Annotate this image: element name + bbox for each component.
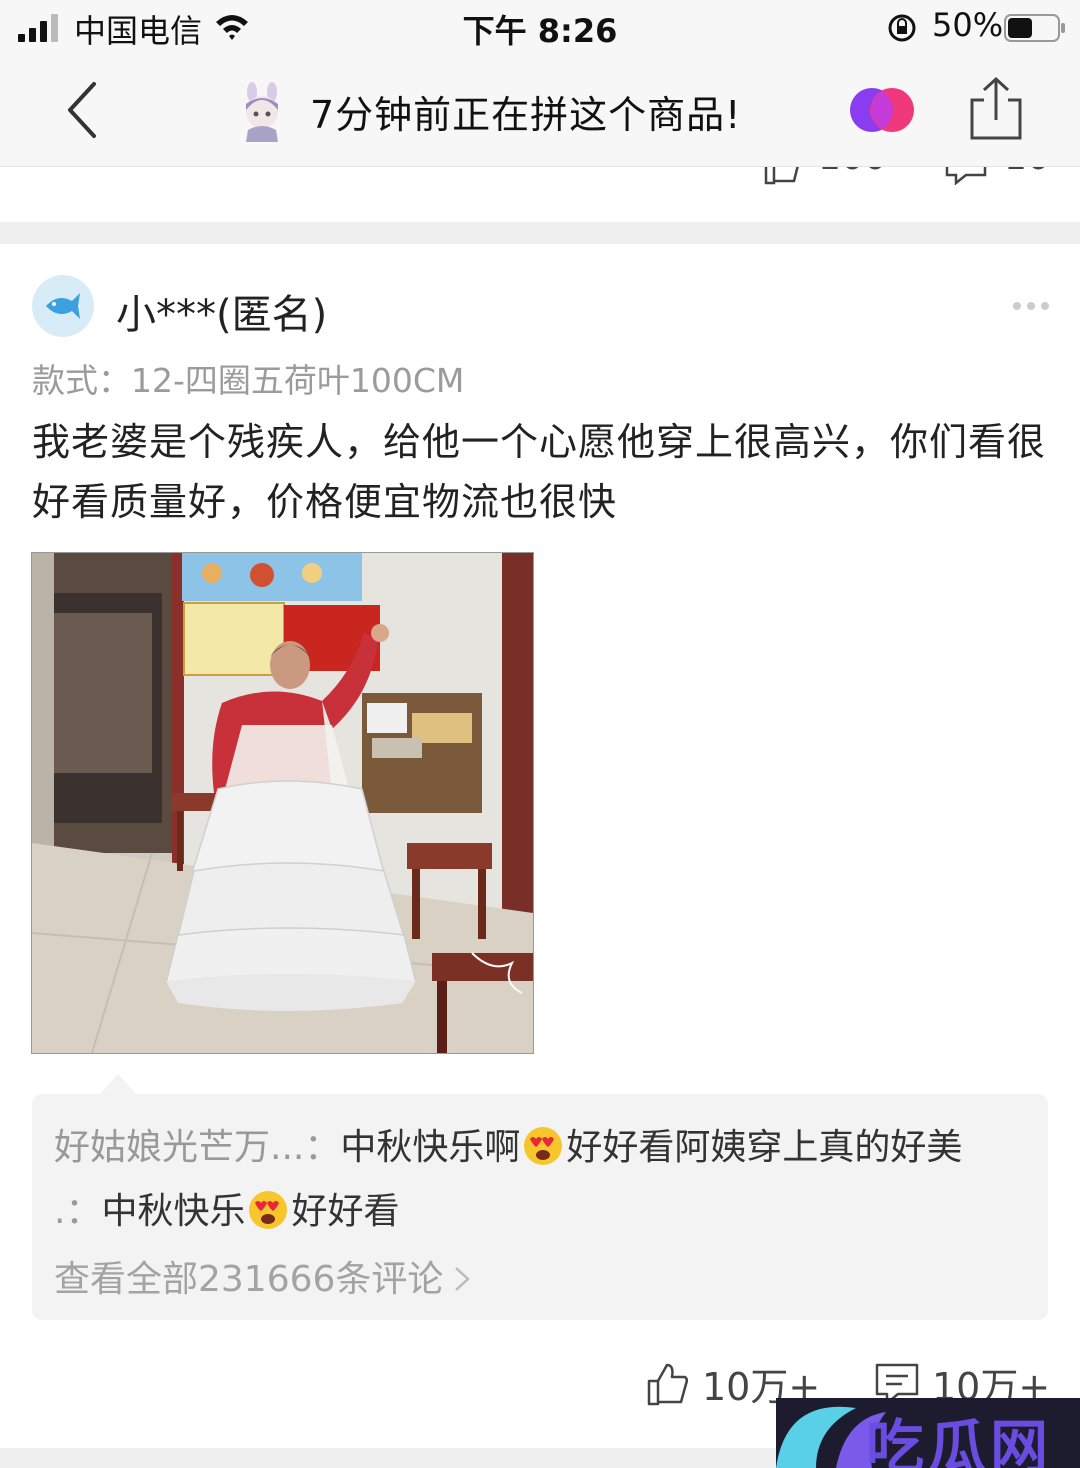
section-divider: [0, 222, 1080, 244]
comment-item[interactable]: .：中秋快乐 好好看: [54, 1182, 400, 1234]
comments-preview: 好姑娘光芒万...：中秋快乐啊 好好看阿姨穿上真的好美 .：中秋快乐 好好看 查…: [32, 1094, 1048, 1320]
review-text: 我老婆是个残疾人，给他一个心愿他穿上很高兴，你们看很好看质量好，价格便宜物流也很…: [32, 420, 1047, 524]
photo-illustration: [32, 553, 533, 1053]
username: 小***(匿名): [116, 292, 328, 338]
view-all-label: 查看全部231666条评论: [54, 1259, 444, 1300]
previous-comment-count: 10: [1004, 167, 1050, 178]
user-avatar-icon: [246, 82, 278, 142]
comment-separator: ：: [304, 1127, 341, 1168]
thumbs-up-icon[interactable]: [762, 167, 802, 185]
status-bar: 中国电信 下午 8:26 50%: [0, 0, 1080, 56]
heart-eyes-emoji-icon: [524, 1127, 563, 1165]
comment-text-start: 中秋快乐啊: [340, 1127, 521, 1168]
thumbs-up-icon[interactable]: [646, 1362, 690, 1406]
clock: 下午 8:26: [462, 12, 618, 50]
previous-post-actions: 100 10: [0, 167, 1080, 222]
comment-separator: ：: [65, 1191, 102, 1232]
battery-icon: [1004, 14, 1065, 42]
pin-logo-icon[interactable]: [848, 86, 916, 134]
share-icon[interactable]: [966, 76, 1026, 142]
chevron-right-icon: [455, 1267, 471, 1291]
back-arrow-icon[interactable]: [58, 80, 108, 140]
comment-author: .: [54, 1191, 66, 1232]
watermark: 吃瓜网: [776, 1398, 1080, 1468]
view-all-comments-link[interactable]: 查看全部231666条评论: [54, 1250, 471, 1302]
more-options-icon[interactable]: [1012, 300, 1050, 312]
avatar[interactable]: [32, 275, 94, 337]
comment-text-end: 好好看阿姨穿上真的好美: [566, 1127, 963, 1168]
comments-pointer: [100, 1074, 136, 1094]
previous-like-count: 100: [818, 167, 887, 178]
rotation-lock-icon: [888, 14, 916, 42]
heart-eyes-emoji-icon: [249, 1191, 288, 1229]
nav-bar: 7分钟前正在拼这个商品!: [0, 56, 1080, 167]
product-spec: 款式：12-四圈五荷叶100CM: [32, 361, 465, 400]
comment-author: 好姑娘光芒万...: [54, 1127, 305, 1168]
review-post: 小***(匿名) 款式：12-四圈五荷叶100CM 我老婆是个残疾人，给他一个心…: [0, 244, 1080, 1448]
watermark-text: 吃瓜网: [866, 1413, 1053, 1468]
review-photo[interactable]: [31, 552, 534, 1054]
comment-icon[interactable]: [944, 167, 988, 185]
page-title: 7分钟前正在拼这个商品!: [310, 93, 742, 137]
comment-text-end: 好好看: [291, 1191, 400, 1232]
comment-text-start: 中秋快乐: [101, 1191, 246, 1232]
battery-percent: 50%: [932, 6, 1004, 44]
fish-avatar-icon: [46, 293, 80, 319]
comment-item[interactable]: 好姑娘光芒万...：中秋快乐啊 好好看阿姨穿上真的好美: [54, 1118, 962, 1170]
